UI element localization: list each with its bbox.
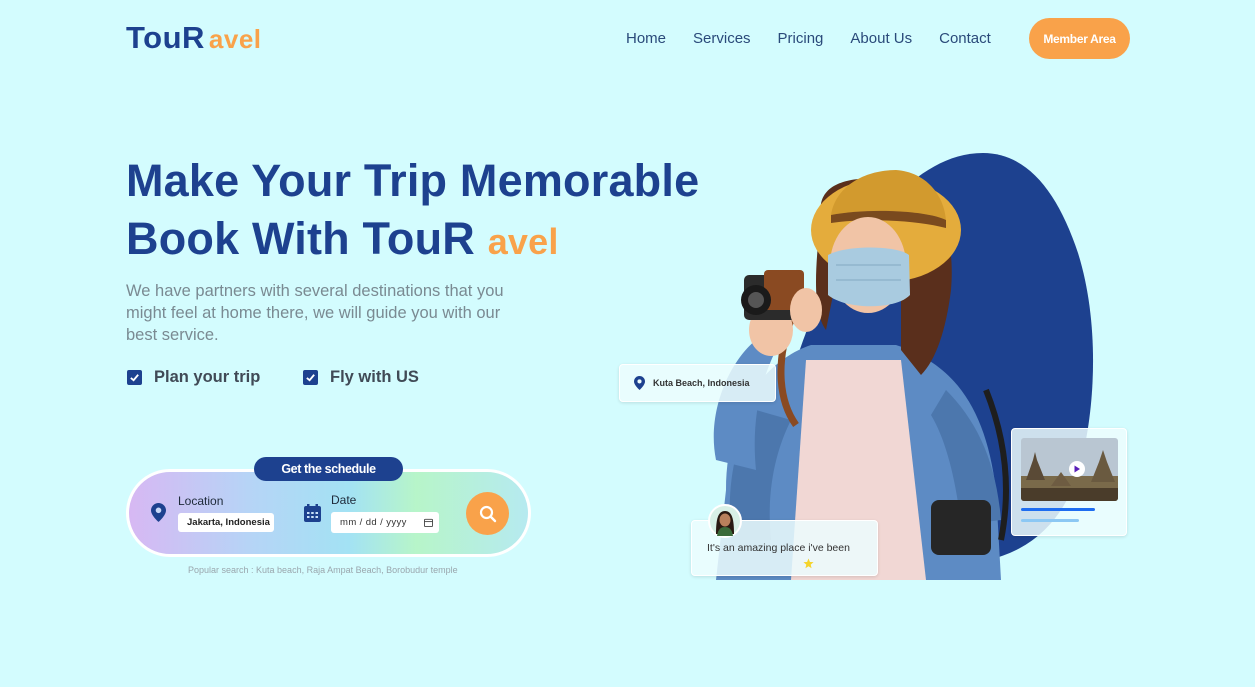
member-area-button[interactable]: Member Area [1029,18,1130,59]
play-button[interactable] [1069,461,1085,477]
calendar-icon [304,504,321,527]
popular-searches: Popular search : Kuta beach, Raja Ampat … [188,565,458,575]
video-preview-card[interactable] [1011,428,1127,536]
date-placeholder: mm / dd / yyyy [340,517,407,528]
nav-contact[interactable]: Contact [939,30,991,47]
hero-line-2: Book With TouR [126,213,475,264]
reviewer-avatar [708,504,742,538]
star-icon [803,558,814,569]
logo[interactable]: TouR avel [126,20,262,56]
video-thumbnail[interactable] [1021,438,1118,501]
checkbox-icon [127,370,142,385]
review-text: It's an amazing place i've been [707,542,850,554]
hero-description: We have partners with several destinatio… [126,282,504,344]
checkbox-icon [303,370,318,385]
check-label: Plan your trip [154,368,261,386]
date-label: Date [331,493,357,507]
search-button[interactable] [466,492,509,535]
main-nav: Home Services Pricing About Us Contact [626,30,1018,47]
location-pin-icon [151,503,166,527]
nav-pricing[interactable]: Pricing [778,30,824,47]
nav-about-us[interactable]: About Us [850,30,912,47]
search-icon [479,505,496,522]
nav-services[interactable]: Services [693,30,751,47]
hero-line-2-accent: avel [487,221,559,262]
check-fly-with-us: Fly with US [303,368,419,387]
location-tag-card[interactable]: Kuta Beach, Indonesia [619,364,776,402]
video-progress-track [1021,519,1079,522]
calendar-picker-icon[interactable] [424,518,433,527]
check-label: Fly with US [330,368,419,386]
logo-accent: avel [208,24,262,54]
location-label: Location [178,494,224,508]
nav-home[interactable]: Home [626,30,666,47]
play-icon [1074,465,1080,473]
hero-line-1: Make Your Trip Memorable [126,155,700,206]
date-input[interactable]: mm / dd / yyyy [331,512,439,533]
location-pin-icon [634,376,645,390]
location-tag-label: Kuta Beach, Indonesia [653,378,750,388]
logo-text: TouR [126,20,205,55]
check-plan-trip: Plan your trip [127,368,260,387]
hero-title: Make Your Trip Memorable Book With TouR … [126,152,699,271]
location-input[interactable]: Jakarta, Indonesia [178,513,274,532]
get-schedule-button[interactable]: Get the schedule [254,457,403,481]
video-progress-bar [1021,508,1095,511]
